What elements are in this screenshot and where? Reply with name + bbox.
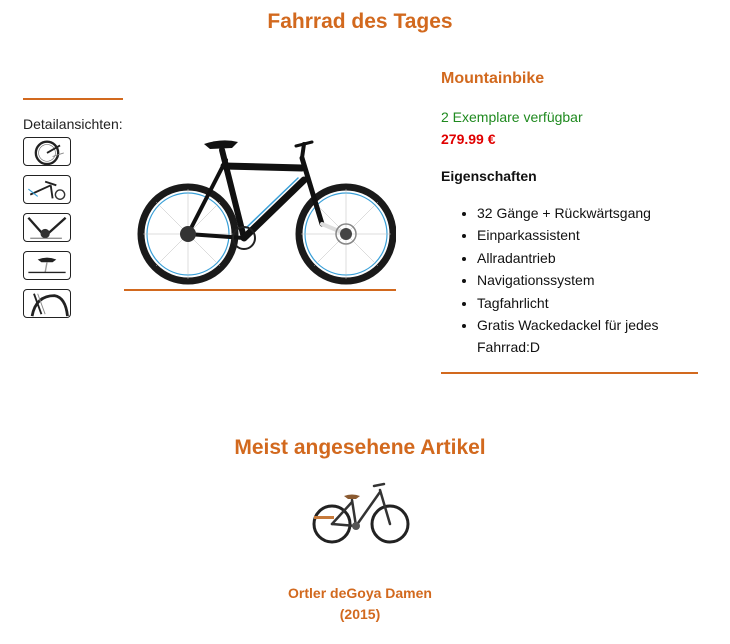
- product-name: Mountainbike: [441, 70, 545, 87]
- property-item: 32 Gänge + Rückwärtsgang: [477, 202, 681, 224]
- gallery-divider: [23, 98, 123, 100]
- thumbnail-handlebar[interactable]: [23, 175, 71, 204]
- thumbnail-fork[interactable]: [23, 289, 71, 318]
- property-item: Tagfahrlicht: [477, 292, 681, 314]
- image-divider: [124, 289, 396, 291]
- product-main-image: [126, 128, 397, 290]
- thumbnail-saddle[interactable]: [23, 251, 71, 280]
- most-viewed-item-image[interactable]: [308, 478, 413, 548]
- daily-bike-title: Fahrrad des Tages: [267, 10, 453, 33]
- most-viewed-title: Meist angesehene Artikel: [234, 436, 486, 459]
- property-item: Gratis Wackedackel für jedes Fahrrad:D: [477, 314, 681, 359]
- property-item: Einparkassistent: [477, 224, 681, 246]
- property-item: Allradantrieb: [477, 247, 681, 269]
- properties-divider: [441, 372, 698, 374]
- product-price: 279.99 €: [441, 131, 496, 147]
- property-item: Navigationssystem: [477, 269, 681, 291]
- properties-list: 32 Gänge + Rückwärtsgang Einparkassisten…: [441, 202, 681, 359]
- availability-text: 2 Exemplare verfügbar: [441, 109, 583, 125]
- properties-heading: Eigenschaften: [441, 168, 537, 184]
- most-viewed-item-name[interactable]: Ortler deGoya Damen (2015): [0, 583, 720, 625]
- detail-views-label: Detailansichten:: [23, 116, 123, 132]
- item-year-line: (2015): [339, 606, 381, 622]
- item-name-line: Ortler deGoya Damen: [288, 585, 432, 601]
- thumbnail-wheel[interactable]: [23, 137, 71, 166]
- thumbnail-frame[interactable]: [23, 213, 71, 242]
